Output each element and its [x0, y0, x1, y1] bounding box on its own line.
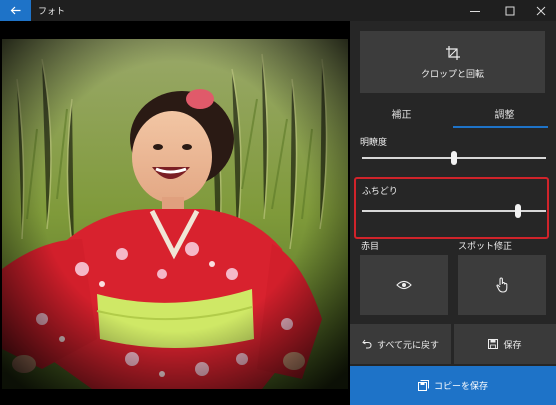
vignette-slider-thumb[interactable]	[515, 204, 522, 218]
revert-all-label: すべて元に戻す	[376, 340, 439, 351]
save-copy-label: コピーを保存	[433, 382, 488, 392]
save-copy-button[interactable]: コピーを保存	[350, 366, 556, 405]
save-button[interactable]: 保存	[454, 324, 556, 364]
red-eye-label: 赤目	[361, 242, 380, 252]
minimize-button[interactable]	[458, 0, 491, 21]
tab-adjust-label: 調整	[494, 110, 515, 121]
eye-icon	[396, 280, 412, 290]
close-icon	[536, 6, 545, 15]
maximize-icon	[505, 6, 514, 15]
app-title: フォト	[38, 7, 66, 17]
save-copy-icon	[417, 380, 429, 391]
close-button[interactable]	[524, 0, 556, 21]
spot-fix-button[interactable]	[458, 255, 546, 315]
undo-icon	[362, 339, 372, 349]
back-button[interactable]	[0, 0, 31, 21]
save-icon	[488, 339, 499, 349]
title-bar: フォト	[0, 0, 556, 21]
minimize-icon	[469, 10, 480, 12]
tab-adjust[interactable]: 調整	[453, 106, 556, 128]
arrow-left-icon	[10, 6, 21, 15]
maximize-button[interactable]	[493, 0, 526, 21]
tab-enhance[interactable]: 補正	[350, 106, 453, 128]
clarity-slider-thumb[interactable]	[451, 151, 457, 165]
red-eye-button[interactable]	[360, 255, 448, 315]
spot-fix-label: スポット修正	[458, 242, 513, 252]
crop-rotate-label: クロップと回転	[420, 69, 484, 80]
crop-rotate-button[interactable]: クロップと回転	[360, 31, 545, 93]
save-label: 保存	[503, 340, 522, 351]
revert-all-button[interactable]: すべて元に戻す	[350, 324, 451, 364]
edit-panel: クロップと回転 補正 調整 明瞭度 ふちどり 赤目 スポット修正 すべて元に戻す	[350, 21, 556, 405]
clarity-label: 明瞭度	[360, 138, 388, 148]
photo-canvas	[0, 21, 350, 405]
vignette-label: ふちどり	[362, 187, 398, 197]
crop-icon	[445, 45, 460, 60]
photo-image	[2, 39, 348, 389]
tab-enhance-label: 補正	[391, 110, 412, 121]
touch-hand-icon	[496, 277, 508, 293]
